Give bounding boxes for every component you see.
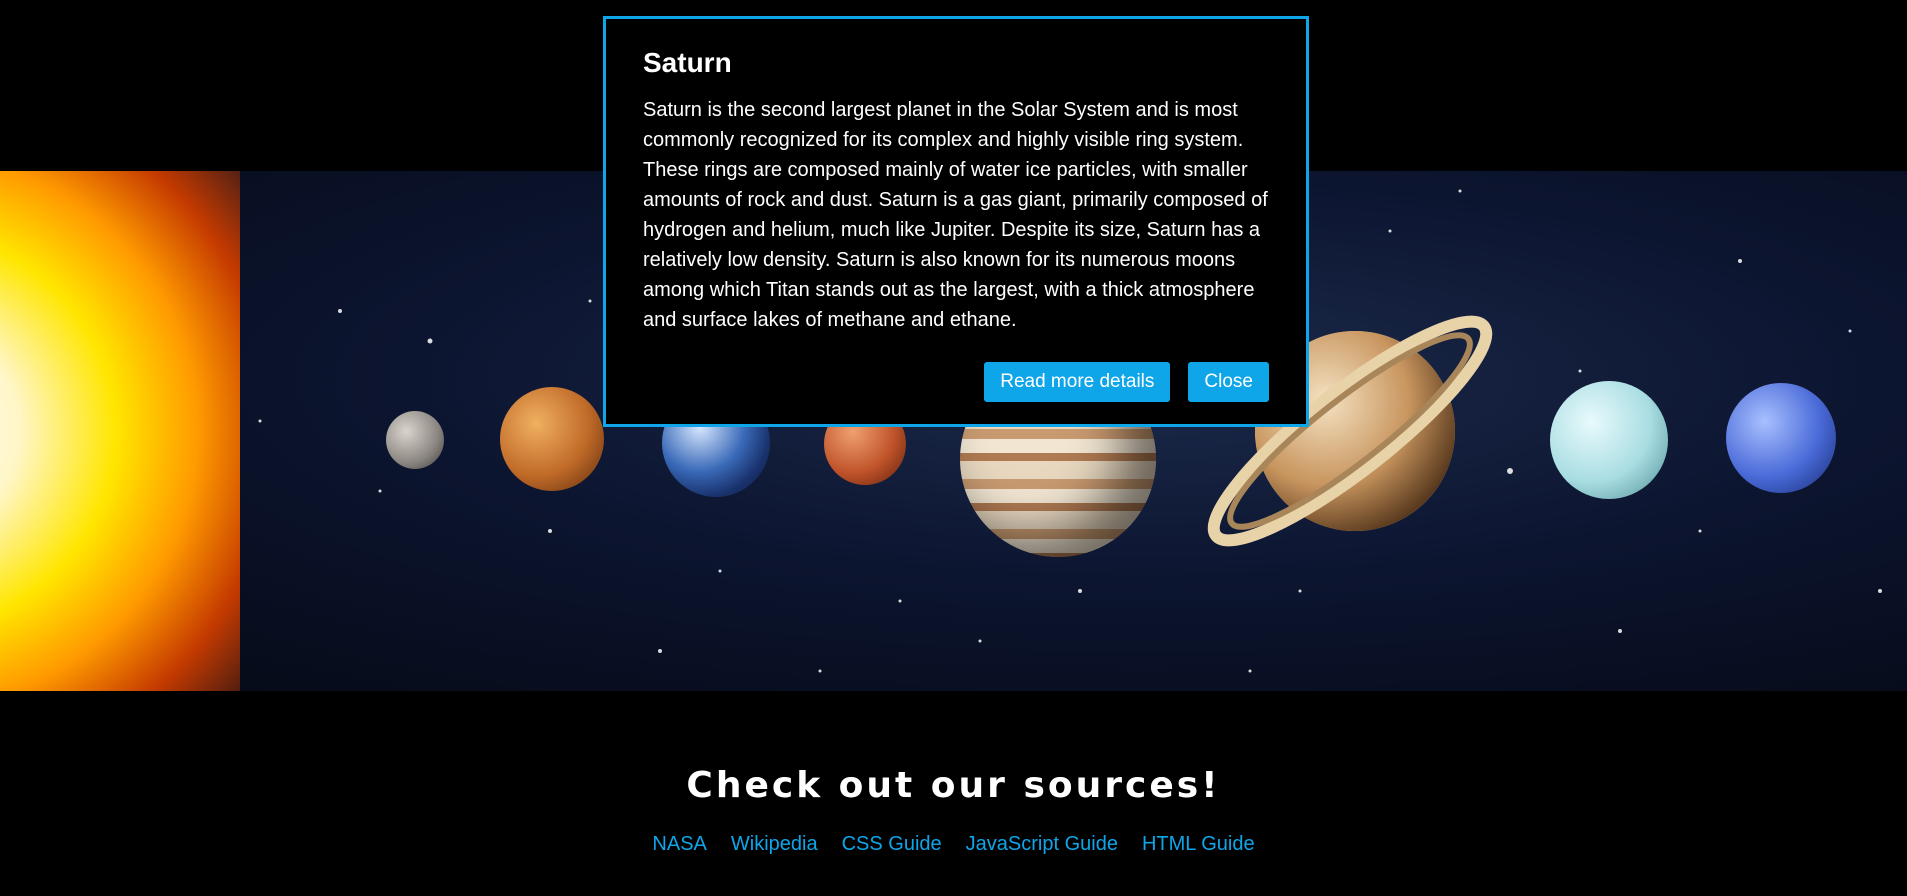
dialog-title: Saturn	[643, 47, 732, 78]
dialog-description: Saturn is the second largest planet in t…	[643, 99, 1268, 331]
link-javascript-guide[interactable]: JavaScript Guide	[966, 833, 1118, 856]
link-nasa[interactable]: NASA	[652, 833, 706, 856]
link-css-guide[interactable]: CSS Guide	[842, 833, 942, 856]
link-wikipedia[interactable]: Wikipedia	[731, 833, 818, 856]
close-button[interactable]: Close	[1188, 362, 1269, 402]
mercury-image	[386, 411, 444, 469]
planet-info-dialog: Saturn Saturn is the second largest plan…	[603, 16, 1309, 427]
link-html-guide[interactable]: HTML Guide	[1142, 833, 1255, 856]
uranus-image	[1550, 381, 1668, 499]
venus-image	[500, 387, 604, 491]
dialog-actions: Read more details Close	[984, 362, 1269, 402]
sources-links: NASA Wikipedia CSS Guide JavaScript Guid…	[0, 833, 1907, 856]
sources-heading: Check out our sources!	[686, 765, 1221, 806]
neptune-image	[1726, 383, 1836, 493]
read-more-button[interactable]: Read more details	[984, 362, 1171, 402]
